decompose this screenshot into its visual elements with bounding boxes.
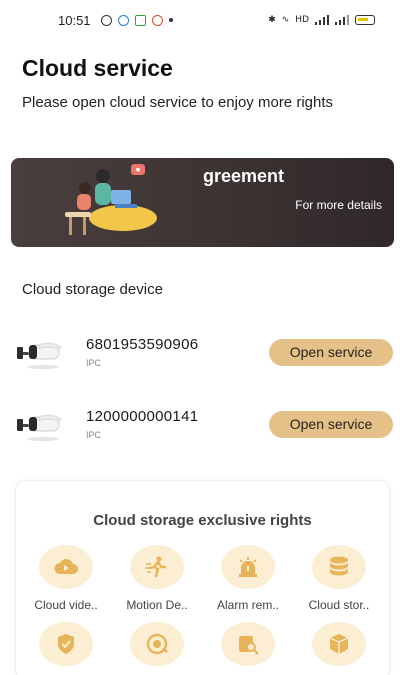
device-row[interactable]: 1200000000141 IPC Open service — [0, 405, 405, 455]
banner-title: greement — [203, 166, 285, 186]
feature-label: Alarm rem.. — [216, 598, 279, 612]
page-subtitle: Please open cloud service to enjoy more … — [22, 94, 334, 111]
rights-title: Cloud storage exclusive rights — [93, 512, 312, 529]
signal-icon — [315, 15, 329, 25]
agreement-banner[interactable]: greement For more details — [11, 158, 394, 247]
status-left: 10:51 — [58, 13, 173, 28]
shield-check-icon — [39, 622, 93, 666]
open-service-button[interactable]: Open service — [269, 411, 393, 438]
battery-icon — [355, 15, 375, 25]
open-service-button[interactable]: Open service — [269, 339, 393, 366]
search-record-icon — [221, 622, 275, 666]
feature-cloud-video[interactable]: Cloud vide.. — [24, 545, 108, 612]
mute-icon: ∿ — [281, 15, 290, 25]
device-serial: 1200000000141 — [86, 408, 199, 425]
feature-motion-detection[interactable]: Motion De.. — [115, 545, 199, 612]
feature-label: Motion De.. — [126, 598, 188, 612]
hd-label: HD — [295, 15, 309, 25]
ipc-camera-icon — [17, 414, 62, 441]
status-right: ✱ ∿ HD — [268, 15, 375, 25]
status-time: 10:51 — [58, 12, 91, 28]
device-type: IPC — [86, 358, 102, 368]
ipc-camera-icon — [17, 342, 62, 369]
cloud-storage-icon — [312, 545, 366, 589]
cloud-video-icon — [39, 545, 93, 589]
page-title: Cloud service — [22, 55, 173, 81]
location-icon — [151, 14, 163, 26]
device-row[interactable]: 6801953590906 IPC Open service — [0, 333, 405, 383]
message-icon — [134, 14, 146, 26]
alarm-reminder-icon — [221, 545, 275, 589]
playback-icon — [130, 622, 184, 666]
signal-2-icon — [335, 15, 349, 25]
app-notification-icon — [117, 14, 129, 26]
feature-cloud-storage[interactable]: Cloud stor.. — [297, 545, 381, 612]
cloud-storage-device-label: Cloud storage device — [22, 281, 163, 298]
banner-illustration — [65, 164, 157, 235]
box-icon — [312, 622, 366, 666]
feature-playback[interactable] — [115, 622, 199, 666]
bluetooth-icon: ✱ — [268, 15, 276, 25]
feature-label: Cloud vide.. — [34, 598, 98, 612]
k-app-icon — [100, 14, 112, 26]
feature-alarm-reminder[interactable]: Alarm rem.. — [206, 545, 290, 612]
status-bar: 10:51 ✱ ∿ HD — [0, 0, 405, 40]
banner-details-link[interactable]: For more details — [295, 198, 382, 212]
device-type: IPC — [86, 430, 102, 440]
device-serial: 6801953590906 — [86, 336, 199, 353]
exclusive-rights-card: Cloud storage exclusive rights Cloud vid… — [15, 480, 390, 675]
motion-detection-icon — [130, 545, 184, 589]
feature-search-record[interactable] — [206, 622, 290, 666]
feature-package[interactable] — [297, 622, 381, 666]
more-notifications-icon — [168, 18, 173, 22]
feature-label: Cloud stor.. — [308, 598, 370, 612]
feature-security[interactable] — [24, 622, 108, 666]
